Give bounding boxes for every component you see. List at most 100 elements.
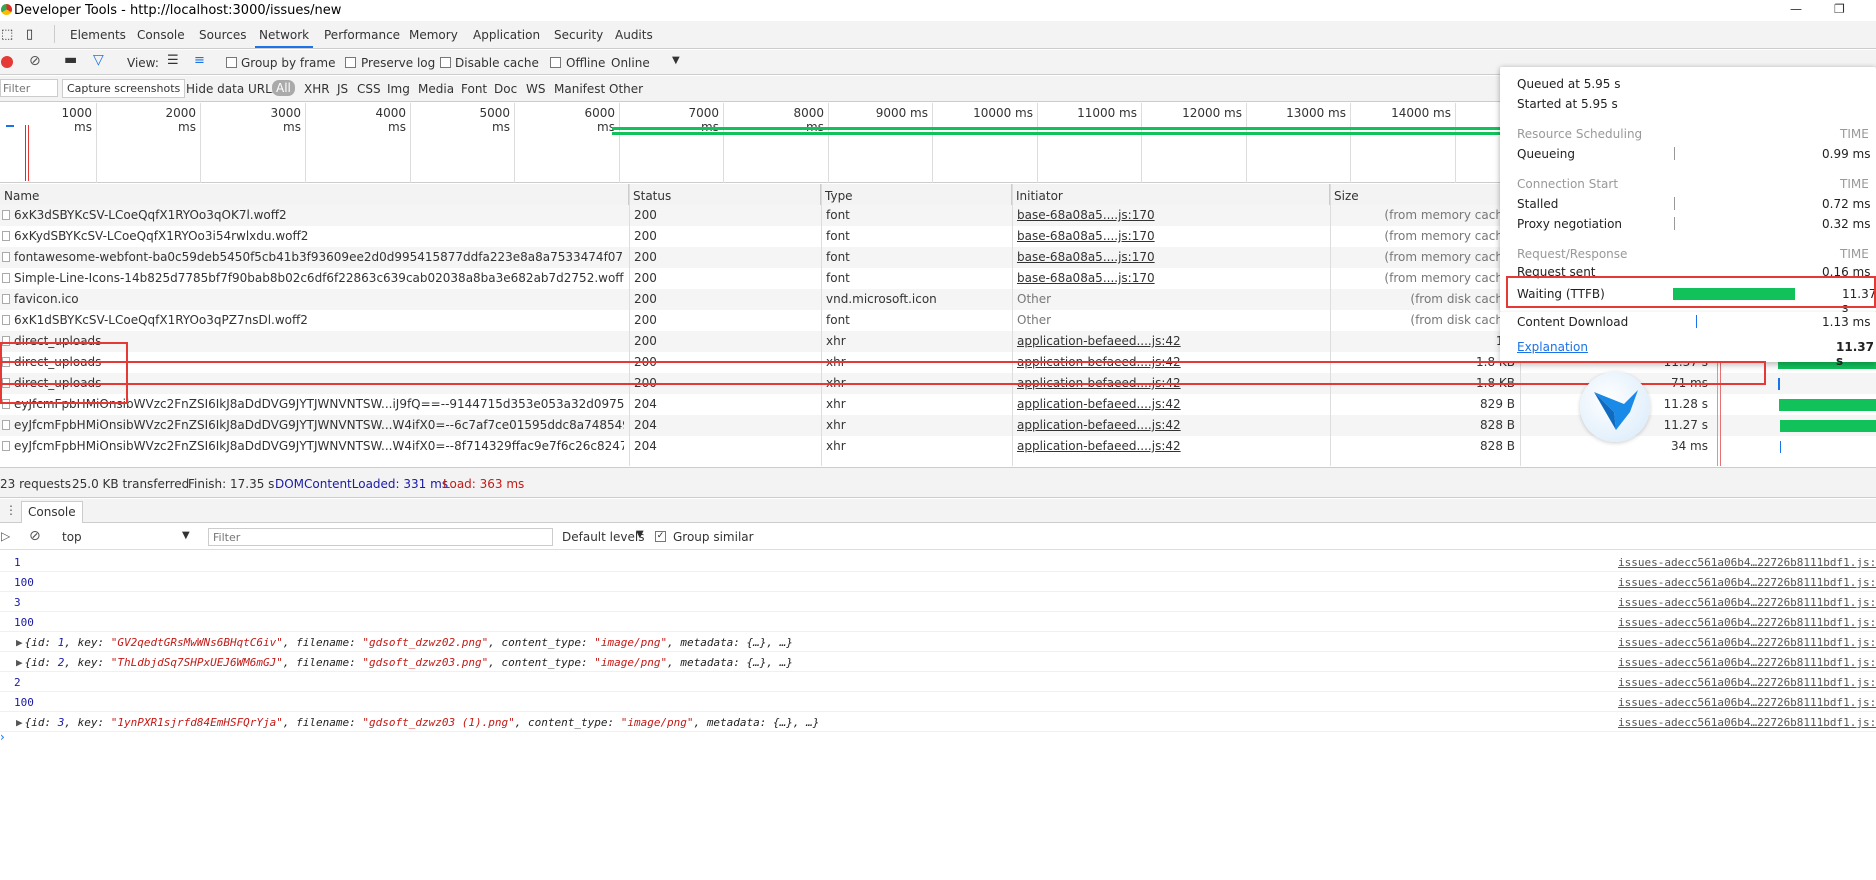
camera-icon[interactable]: ▬	[64, 52, 77, 68]
console-message[interactable]: ▶ {id: 2, key: "ThLdbjdSq7SHPxUEJ6WM6mGJ"…	[0, 652, 1876, 672]
waterfall-icon[interactable]: ≡	[194, 53, 205, 68]
console-source-link[interactable]: issues-adecc561a06b4…22726b8111bdf1.js:	[1618, 596, 1876, 609]
chevron-down-icon[interactable]: ▼	[672, 55, 680, 66]
console-message[interactable]: 3 issues-adecc561a06b4…22726b8111bdf1.js:	[0, 592, 1876, 612]
group-similar-checkbox[interactable]: ✓	[655, 531, 666, 542]
clear-console-icon[interactable]: ⊘	[29, 528, 41, 544]
waterfall-bar	[1780, 420, 1876, 432]
console-toolbar: ▷ ⊘ top ▼ Default levels ▼ ✓ Group simil…	[0, 524, 1876, 550]
tab-sources[interactable]: Sources	[195, 28, 250, 42]
type-filter-font[interactable]: Font	[461, 82, 487, 96]
clear-icon[interactable]: ⊘	[29, 53, 41, 69]
waterfall-bar	[1779, 399, 1876, 411]
console-message[interactable]: 100 issues-adecc561a06b4…22726b8111bdf1.j…	[0, 612, 1876, 632]
tick-label: 3000 ms	[270, 106, 301, 134]
request-size: 829 B	[1480, 397, 1515, 411]
hide-data-urls-label[interactable]: Hide data URLs	[186, 82, 278, 96]
disable-cache-label: Disable cache	[455, 56, 539, 70]
console-source-link[interactable]: issues-adecc561a06b4…22726b8111bdf1.js:	[1618, 556, 1876, 569]
tab-elements[interactable]: Elements	[66, 28, 130, 42]
timing-total: 11.37 s	[1836, 340, 1874, 368]
tab-security[interactable]: Security	[550, 28, 607, 42]
type-filter-js[interactable]: JS	[337, 82, 348, 96]
console-source-link[interactable]: issues-adecc561a06b4…22726b8111bdf1.js:	[1618, 616, 1876, 629]
console-message[interactable]: 100 issues-adecc561a06b4…22726b8111bdf1.j…	[0, 572, 1876, 592]
inspect-icon[interactable]: ⬚	[1, 27, 13, 42]
timing-row-label: Stalled	[1517, 197, 1559, 211]
console-source-link[interactable]: issues-adecc561a06b4…22726b8111bdf1.js:	[1618, 576, 1876, 589]
tick-label: 5000 ms	[479, 106, 510, 134]
console-message[interactable]: 1 issues-adecc561a06b4…22726b8111bdf1.js:	[0, 552, 1876, 572]
chevron-down-icon[interactable]: ▼	[182, 530, 190, 541]
request-status: 200	[634, 250, 657, 264]
tab-network[interactable]: Network	[255, 28, 314, 48]
type-filter-other[interactable]: Other	[609, 82, 643, 96]
request-type: xhr	[826, 418, 846, 432]
highlight-box-row	[0, 361, 1766, 385]
tab-audits[interactable]: Audits	[611, 28, 657, 42]
console-source-link[interactable]: issues-adecc561a06b4…22726b8111bdf1.js:	[1618, 716, 1876, 729]
console-source-link[interactable]: issues-adecc561a06b4…22726b8111bdf1.js:	[1618, 656, 1876, 669]
more-icon[interactable]: ⋮	[5, 503, 17, 517]
chevron-down-icon[interactable]: ▼	[636, 529, 644, 540]
console-message[interactable]: 2 issues-adecc561a06b4…22726b8111bdf1.js:	[0, 672, 1876, 692]
restore-icon[interactable]: ❐	[1834, 2, 1845, 16]
type-filter-all[interactable]: All	[272, 80, 295, 96]
drawer-tab-console[interactable]: Console	[21, 501, 83, 523]
console-filter-input[interactable]	[208, 528, 553, 546]
console-prompt-icon[interactable]: ›	[0, 730, 5, 744]
tab-memory[interactable]: Memory	[405, 28, 462, 42]
timing-popover-lower: Content Download 1.13 ms Explanation 11.…	[1500, 312, 1876, 368]
request-status: 200	[634, 229, 657, 243]
console-object[interactable]: ▶ {id: 1, key: "GV2qedtGRsMwWNs6BHqtC6iv"…	[16, 636, 793, 649]
offline-checkbox[interactable]	[550, 57, 561, 68]
device-toggle-icon[interactable]: ▯	[26, 27, 33, 42]
type-filter-media[interactable]: Media	[418, 82, 454, 96]
throttle-select[interactable]: Online	[611, 56, 650, 70]
console-message[interactable]: 100 issues-adecc561a06b4…22726b8111bdf1.j…	[0, 692, 1876, 712]
tab-console[interactable]: Console	[133, 28, 189, 42]
request-size: (from disk cache)	[1410, 313, 1515, 327]
sidebar-toggle-icon[interactable]: ▷	[1, 529, 10, 543]
type-filter-ws[interactable]: WS	[526, 82, 545, 96]
levels-select[interactable]: Default levels	[562, 530, 644, 544]
filter-input[interactable]	[0, 79, 58, 97]
timing-section-col: TIME	[1840, 127, 1869, 141]
console-value: 100	[14, 696, 34, 709]
explanation-link[interactable]: Explanation	[1517, 340, 1588, 354]
console-source-link[interactable]: issues-adecc561a06b4…22726b8111bdf1.js:	[1618, 676, 1876, 689]
console-object[interactable]: ▶ {id: 2, key: "ThLdbjdSq7SHPxUEJ6WM6mGJ"…	[16, 656, 793, 669]
request-status: 204	[634, 397, 657, 411]
console-message[interactable]: ▶ {id: 1, key: "GV2qedtGRsMwWNs6BHqtC6iv"…	[0, 632, 1876, 652]
request-initiator: application-befaeed....js:42	[1017, 397, 1181, 411]
record-icon[interactable]	[1, 56, 13, 68]
type-filter-css[interactable]: CSS	[357, 82, 381, 96]
minimize-icon[interactable]: —	[1790, 2, 1802, 16]
console-source-link[interactable]: issues-adecc561a06b4…22726b8111bdf1.js:	[1618, 636, 1876, 649]
obj-id: 2	[57, 656, 65, 669]
console-object[interactable]: ▶ {id: 3, key: "1ynPXR1sjrfd84EmHSFQrYja"…	[16, 716, 819, 729]
view-label: View:	[127, 56, 159, 70]
request-size: (from memory cache)	[1384, 250, 1515, 264]
console-value: 2	[14, 676, 21, 689]
preserve-log-checkbox[interactable]	[345, 57, 356, 68]
type-filter-doc[interactable]: Doc	[494, 82, 517, 96]
filter-icon[interactable]: ▽	[93, 52, 104, 68]
context-select[interactable]: top	[62, 530, 82, 544]
file-icon	[2, 210, 10, 220]
tick-label: 14000 ms	[1391, 106, 1451, 120]
group-by-frame-checkbox[interactable]	[226, 57, 237, 68]
tab-performance[interactable]: Performance	[320, 28, 404, 42]
bird-logo-icon	[1580, 372, 1650, 442]
type-filter-xhr[interactable]: XHR	[304, 82, 330, 96]
console-message[interactable]: ▶ {id: 3, key: "1ynPXR1sjrfd84EmHSFQrYja"…	[0, 712, 1876, 732]
tab-application[interactable]: Application	[469, 28, 544, 42]
console-source-link[interactable]: issues-adecc561a06b4…22726b8111bdf1.js:	[1618, 696, 1876, 709]
type-filter-img[interactable]: Img	[387, 82, 410, 96]
type-filter-manifest[interactable]: Manifest	[554, 82, 605, 96]
disable-cache-checkbox[interactable]	[440, 57, 451, 68]
offline-label: Offline	[566, 56, 606, 70]
timeline-overview[interactable]: 1000 ms 2000 ms 3000 ms 4000 ms 5000 ms …	[0, 103, 1500, 183]
request-status: 204	[634, 439, 657, 453]
large-rows-icon[interactable]: ☰	[167, 53, 179, 68]
